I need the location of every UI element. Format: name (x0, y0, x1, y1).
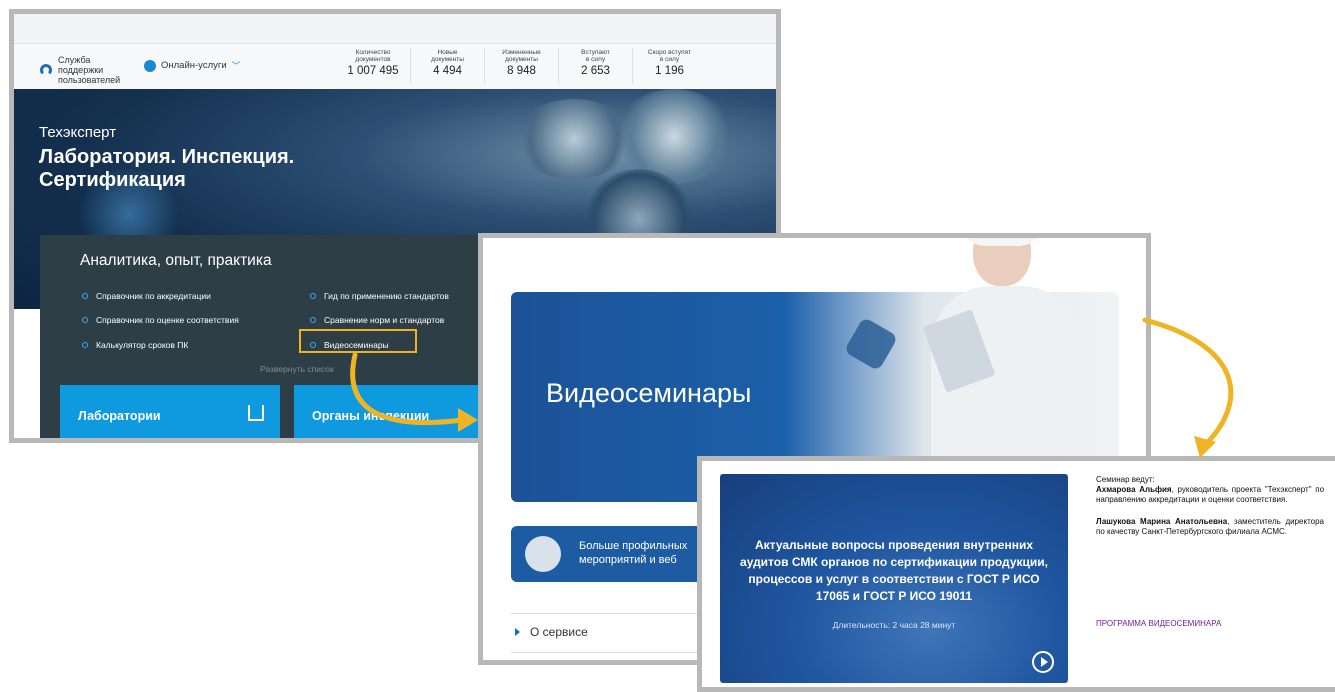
bullet-icon (310, 317, 316, 323)
divider (511, 652, 701, 653)
stat-item[interactable]: Измененные документы 8 948 (484, 48, 558, 84)
browser-top-strip (14, 14, 776, 44)
banner-title: Видеосеминары (546, 378, 752, 408)
promo-line: Больше профильных (579, 540, 688, 552)
stat-value: 1 007 495 (347, 65, 399, 77)
stat-value: 8 948 (507, 65, 536, 77)
bullet-icon (82, 342, 88, 348)
online-services-label: Онлайн-услуги (161, 60, 227, 71)
seminar-video-card[interactable]: Актуальные вопросы проведения внутренних… (720, 474, 1068, 683)
bullet-icon (82, 317, 88, 323)
support-label: Служба поддержки пользователей (58, 55, 121, 85)
hero-title: Лаборатория. Инспекция. Сертификация (39, 146, 295, 191)
support-link[interactable]: Служба поддержки пользователей (40, 55, 128, 85)
stat-label: Измененные документы (502, 49, 541, 63)
hosts-heading: Семинар ведут: (1096, 475, 1155, 484)
link-accreditation-guide[interactable]: Справочник по аккредитации (82, 291, 211, 301)
link-standards-compare[interactable]: Сравнение норм и стандартов (310, 315, 444, 325)
link-label: Сравнение норм и стандартов (324, 315, 445, 325)
card-label: Органы инспекции (312, 409, 430, 423)
promo-line: мероприятий и веб (579, 554, 677, 566)
stat-item[interactable]: Вступают в силу 2 653 (558, 48, 632, 84)
link-standards-guide[interactable]: Гид по применению стандартов (310, 291, 449, 301)
about-service-link[interactable]: О сервисе (515, 625, 588, 639)
link-label: Справочник по аккредитации (96, 291, 211, 301)
seminar-detail-screenshot: Актуальные вопросы проведения внутренних… (697, 456, 1335, 692)
program-link[interactable]: ПРОГРАММА ВИДЕОСЕМИНАРА (1096, 619, 1221, 628)
laboratories-card[interactable]: Лаборатории (60, 385, 280, 438)
play-icon[interactable] (1032, 651, 1054, 673)
expand-list-link[interactable]: Развернуть список (260, 364, 334, 374)
stat-label: Скоро вступят в силу (647, 49, 692, 63)
stat-item[interactable]: Количество документов 1 007 495 (336, 48, 410, 84)
seminar-title: Актуальные вопросы проведения внутренних… (740, 538, 1048, 603)
lab-worker-photo (903, 238, 1093, 456)
analytics-title: Аналитика, опыт, практика (80, 252, 272, 269)
host-name: Лашукова Марина Анатольевна (1096, 517, 1228, 526)
analytics-panel: Аналитика, опыт, практика Справочник по … (40, 235, 494, 438)
stat-label: Количество документов (355, 49, 391, 63)
lab-flasks-icon (248, 405, 264, 421)
bullet-icon (310, 293, 316, 299)
stat-value: 2 653 (581, 65, 610, 77)
document-stats: Количество документов 1 007 495 Новые до… (336, 48, 706, 84)
hair-cap-shape (965, 238, 1039, 246)
caret-right-icon (515, 628, 520, 636)
hero-subtitle: Техэксперт (39, 124, 117, 141)
link-conformity-guide[interactable]: Справочник по оценке соответствия (82, 315, 239, 325)
link-deadline-calculator[interactable]: Калькулятор сроков ПК (82, 340, 188, 350)
stat-label: Новые документы (431, 49, 464, 63)
seminar-hosts: Семинар ведут: Ахмарова Альфия, руководи… (1096, 475, 1324, 549)
inspection-bodies-card[interactable]: Органы инспекции (294, 385, 494, 438)
online-services-dropdown[interactable]: Онлайн-услуги ﹀ (144, 59, 241, 72)
stat-item[interactable]: Новые документы 4 494 (410, 48, 484, 84)
arrow-to-seminar (1142, 317, 1234, 448)
divider (511, 613, 701, 614)
stat-value: 1 196 (655, 65, 684, 77)
about-label: О сервисе (530, 625, 588, 639)
stat-value: 4 494 (433, 65, 462, 77)
pushpin-icon (525, 536, 561, 572)
host-name: Ахмарова Альфия (1096, 485, 1172, 494)
link-label: Гид по применению стандартов (324, 291, 449, 301)
link-label: Калькулятор сроков ПК (96, 340, 189, 350)
promo-text: Больше профильных мероприятий и веб (579, 539, 711, 567)
link-label: Справочник по оценке соответствия (96, 315, 239, 325)
chevron-down-icon: ﹀ (231, 61, 241, 71)
globe-icon (144, 59, 156, 72)
stat-label: Вступают в силу (581, 49, 610, 63)
arrowhead-icon (1194, 436, 1216, 458)
lab-hexagon-icon (843, 316, 899, 372)
seminar-duration: Длительность: 2 часа 28 минут (832, 620, 956, 630)
host-entry: Лашукова Марина Анатольевна, заместитель… (1096, 517, 1324, 537)
bullet-icon (82, 293, 88, 299)
headset-icon (40, 64, 52, 76)
info-bar: Служба поддержки пользователей Онлайн-ус… (14, 44, 776, 89)
card-label: Лаборатории (78, 409, 161, 423)
more-events-promo[interactable]: Больше профильных мероприятий и веб (511, 526, 711, 582)
host-entry: Ахмарова Альфия, руководитель проекта "Т… (1096, 485, 1324, 505)
video-seminars-highlight (299, 329, 417, 353)
stat-item[interactable]: Скоро вступят в силу 1 196 (632, 48, 706, 84)
